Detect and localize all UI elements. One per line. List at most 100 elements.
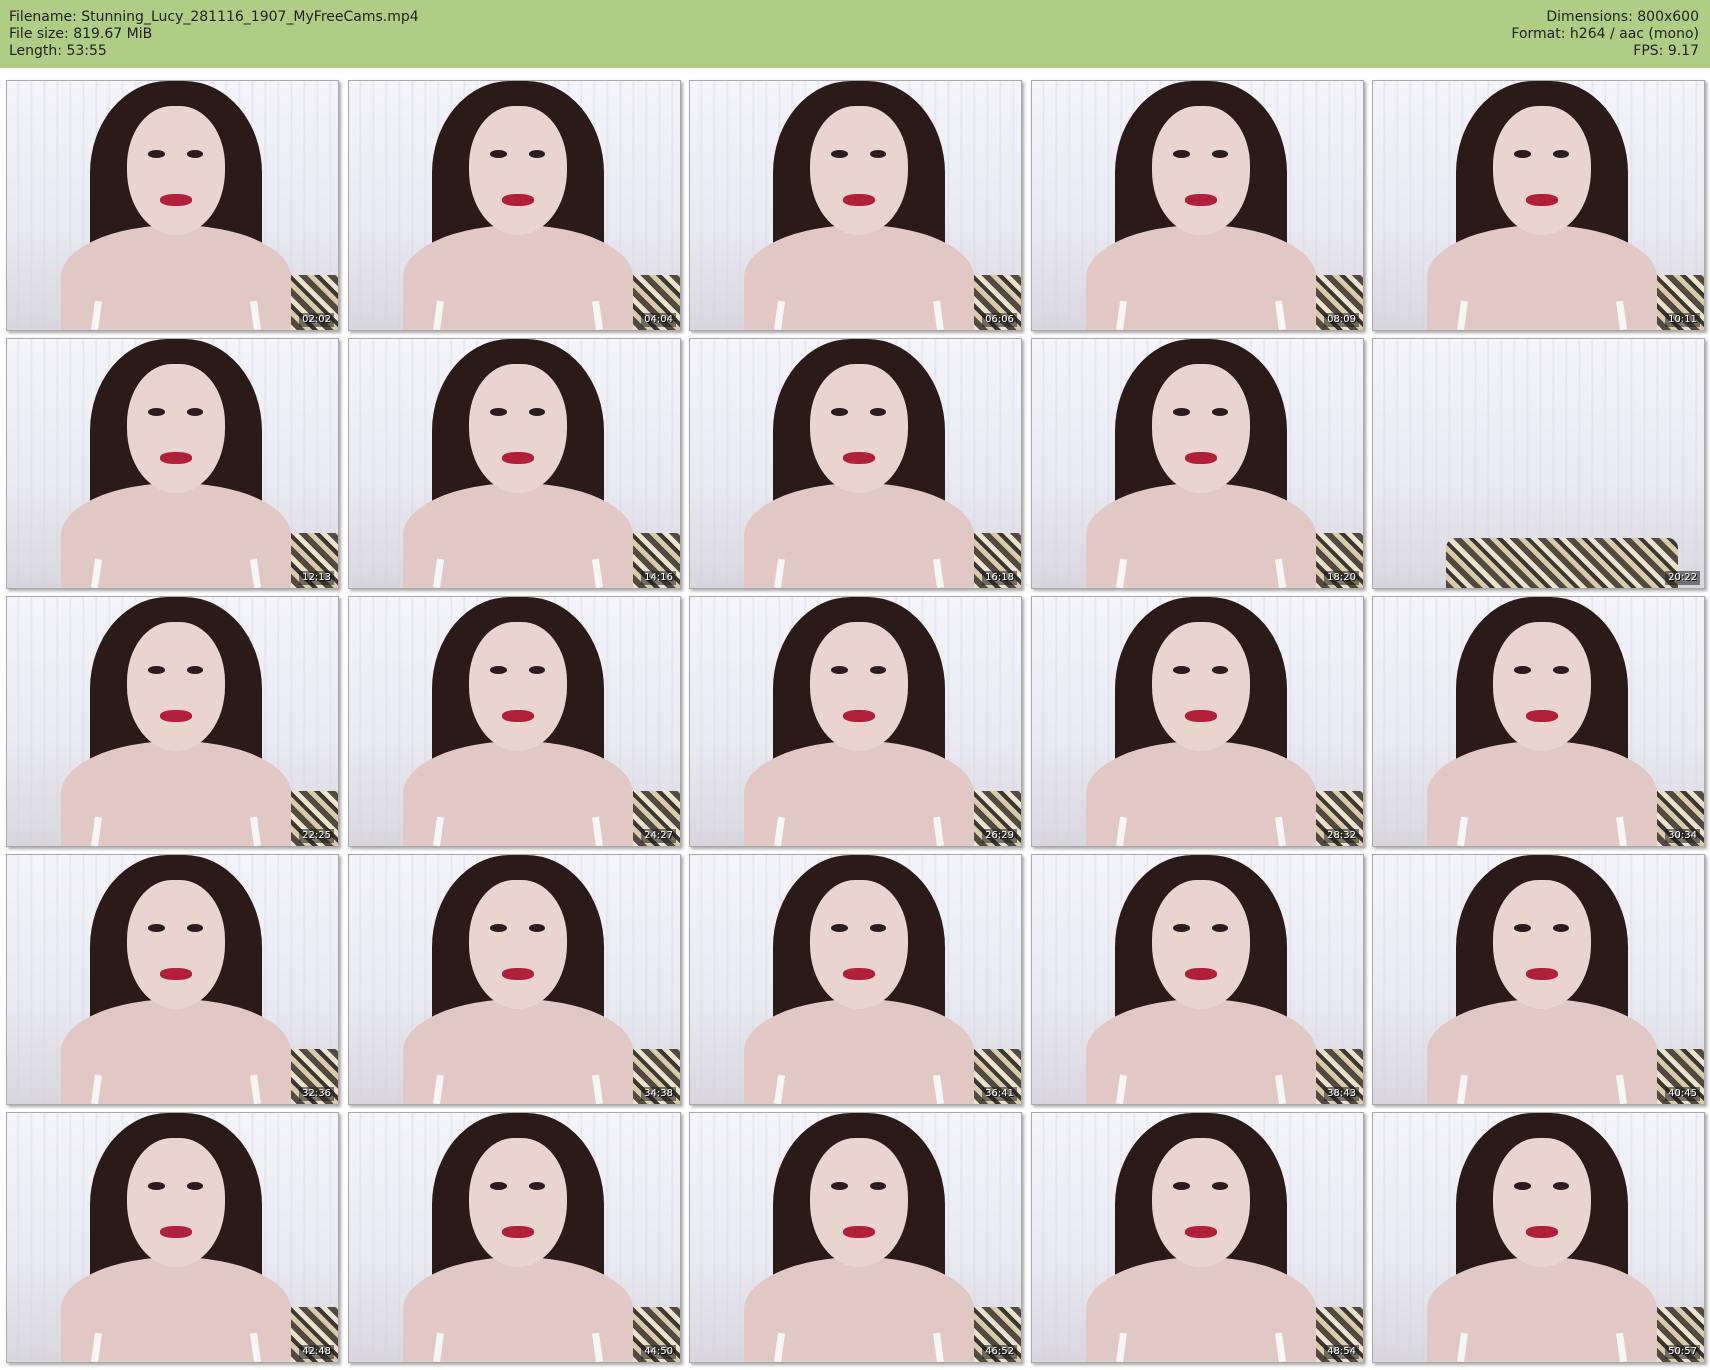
eye <box>186 149 204 158</box>
torso <box>1085 483 1316 588</box>
lips <box>160 709 192 722</box>
video-thumbnail[interactable]: 16:18 <box>689 338 1022 589</box>
strap <box>932 816 944 846</box>
timestamp-label: 18:20 <box>1324 571 1359 585</box>
lips <box>843 193 875 206</box>
strap <box>91 558 102 588</box>
eye <box>1211 1181 1229 1190</box>
strap <box>433 1332 444 1362</box>
person-figure <box>1426 597 1657 846</box>
face <box>1151 879 1251 1010</box>
lips <box>160 451 192 464</box>
person-figure <box>402 855 633 1104</box>
strap <box>1615 1332 1627 1362</box>
video-thumbnail[interactable]: 42:48 <box>6 1112 339 1363</box>
video-thumbnail[interactable]: 44:50 <box>348 1112 681 1363</box>
strap <box>1457 300 1468 330</box>
video-thumbnail[interactable]: 20:22 <box>1372 338 1705 589</box>
torso <box>1085 225 1316 330</box>
eye <box>148 149 165 158</box>
torso <box>743 1257 974 1362</box>
person-figure <box>1085 597 1316 846</box>
video-thumbnail[interactable]: 10:11 <box>1372 80 1705 331</box>
eye <box>831 1181 848 1190</box>
strap <box>249 1332 261 1362</box>
thumbnail-frame-image <box>7 81 338 330</box>
strap <box>1274 1332 1286 1362</box>
strap <box>249 816 261 846</box>
lips <box>1185 967 1217 980</box>
strap <box>91 300 102 330</box>
video-thumbnail[interactable]: 02:02 <box>6 80 339 331</box>
strap <box>1457 1074 1468 1104</box>
person-figure <box>60 81 291 330</box>
video-thumbnail[interactable]: 24:27 <box>348 596 681 847</box>
torso <box>60 999 291 1104</box>
video-thumbnail[interactable]: 06:06 <box>689 80 1022 331</box>
video-thumbnail[interactable]: 12:13 <box>6 338 339 589</box>
thumbnail-frame-image <box>7 855 338 1104</box>
strap <box>1615 1074 1627 1104</box>
timestamp-label: 22:25 <box>299 829 334 843</box>
lips <box>1185 709 1217 722</box>
video-thumbnail[interactable]: 48:54 <box>1031 1112 1364 1363</box>
lips <box>160 967 192 980</box>
eye <box>1173 665 1190 674</box>
eye <box>1514 1181 1531 1190</box>
video-thumbnail[interactable]: 32:36 <box>6 854 339 1105</box>
lips <box>843 967 875 980</box>
lips <box>160 1225 192 1238</box>
person-figure <box>1085 855 1316 1104</box>
thumbnail-frame-image <box>7 597 338 846</box>
torso <box>1426 741 1657 846</box>
video-thumbnail[interactable]: 22:25 <box>6 596 339 847</box>
person-figure <box>60 855 291 1104</box>
video-thumbnail[interactable]: 30:34 <box>1372 596 1705 847</box>
person-figure <box>743 81 974 330</box>
thumbnail-frame-image <box>1373 855 1704 1104</box>
torso <box>743 483 974 588</box>
video-thumbnail[interactable]: 50:57 <box>1372 1112 1705 1363</box>
thumbnail-frame-image <box>349 81 680 330</box>
eye <box>1211 149 1229 158</box>
video-thumbnail[interactable]: 14:16 <box>348 338 681 589</box>
eye <box>869 923 887 932</box>
timestamp-label: 02:02 <box>299 313 334 327</box>
video-thumbnail[interactable]: 40:45 <box>1372 854 1705 1105</box>
face <box>809 621 909 752</box>
thumbnail-frame-image <box>349 339 680 588</box>
video-thumbnail[interactable]: 46:52 <box>689 1112 1022 1363</box>
lips <box>1185 193 1217 206</box>
eye <box>831 149 848 158</box>
torso <box>402 483 633 588</box>
video-thumbnail[interactable]: 36:41 <box>689 854 1022 1105</box>
video-thumbnail[interactable]: 38:43 <box>1031 854 1364 1105</box>
strap <box>249 300 261 330</box>
person-figure <box>743 1113 974 1362</box>
torso <box>1085 741 1316 846</box>
eye <box>1211 923 1229 932</box>
eye <box>1211 407 1229 416</box>
timestamp-label: 44:50 <box>641 1345 676 1359</box>
video-thumbnail[interactable]: 18:20 <box>1031 338 1364 589</box>
video-thumbnail[interactable]: 26:29 <box>689 596 1022 847</box>
face <box>468 105 568 236</box>
video-thumbnail[interactable]: 28:32 <box>1031 596 1364 847</box>
eye <box>1173 1181 1190 1190</box>
face <box>126 363 226 494</box>
lips <box>502 193 534 206</box>
eye <box>1211 665 1229 674</box>
face <box>809 879 909 1010</box>
timestamp-label: 42:48 <box>299 1345 334 1359</box>
thumbnail-frame-image <box>690 855 1021 1104</box>
lips <box>502 709 534 722</box>
face <box>1151 1137 1251 1268</box>
thumbnail-frame-image <box>349 855 680 1104</box>
torso <box>743 999 974 1104</box>
strap <box>1116 300 1127 330</box>
video-thumbnail[interactable]: 08:09 <box>1031 80 1364 331</box>
video-thumbnail[interactable]: 34:38 <box>348 854 681 1105</box>
video-thumbnail[interactable]: 04:04 <box>348 80 681 331</box>
strap <box>774 1074 785 1104</box>
lips <box>843 1225 875 1238</box>
